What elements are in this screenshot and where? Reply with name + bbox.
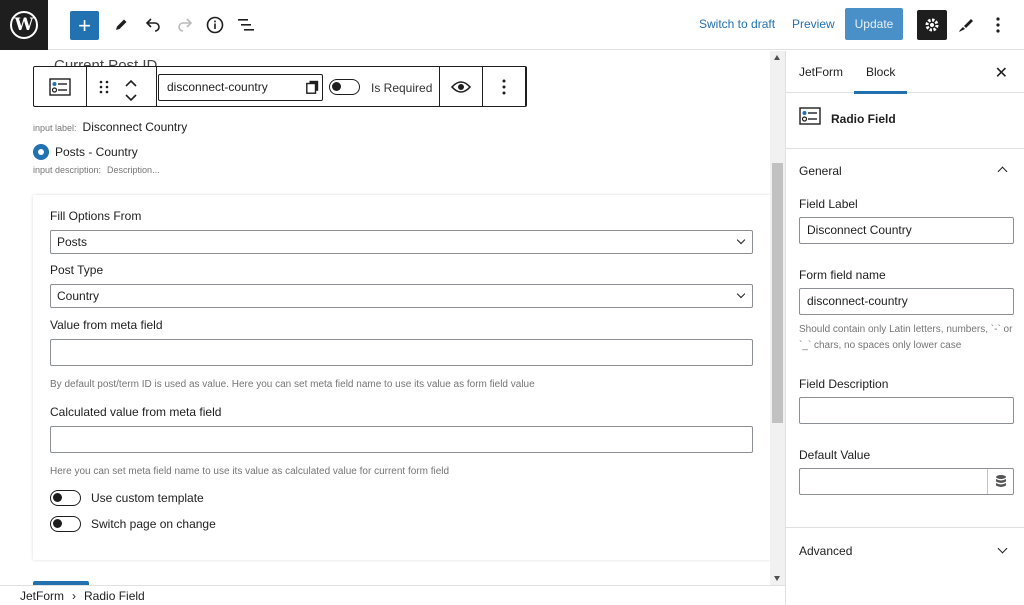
radio-selected-icon[interactable] [33, 144, 49, 160]
preview-link[interactable]: Preview [792, 17, 835, 31]
fill-options-value: Posts [57, 235, 88, 249]
add-block-button[interactable]: + [70, 11, 99, 40]
form-field-name-help: Should contain only Latin letters, numbe… [799, 324, 1013, 351]
close-icon[interactable]: ✕ [995, 63, 1008, 83]
input-label-caption: input label: [33, 123, 77, 133]
chevron-down-icon [736, 289, 746, 299]
switch-to-draft-link[interactable]: Switch to draft [699, 17, 775, 31]
tab-jetform[interactable]: JetForm [799, 65, 843, 79]
radio-settings-panel: Fill Options From Posts Post Type Countr… [33, 195, 770, 560]
block-card-title: Radio Field [831, 112, 896, 126]
breadcrumb-root[interactable]: JetForm [20, 589, 64, 603]
value-meta-help: By default post/term ID is used as value… [50, 379, 535, 390]
form-field-name-input[interactable]: disconnect-country [799, 288, 1014, 315]
post-type-value: Country [57, 289, 100, 303]
drag-handle-icon[interactable] [99, 80, 109, 97]
general-panel-toggle[interactable]: General [799, 164, 842, 178]
chevron-up-icon[interactable] [997, 166, 1008, 177]
custom-template-row: Use custom template [50, 490, 204, 506]
wordpress-logo-mark: W [10, 11, 38, 39]
input-label-value[interactable]: Disconnect Country [83, 120, 188, 134]
brush-icon[interactable] [953, 10, 979, 40]
scroll-up-icon[interactable] [774, 55, 780, 60]
switch-page-label: Switch page on change [91, 517, 216, 531]
block-card: Radio Field [786, 93, 1024, 149]
undo-icon[interactable] [140, 10, 166, 40]
breadcrumb: JetForm › Radio Field [0, 585, 785, 605]
gear-icon[interactable] [917, 10, 947, 40]
section-divider [786, 527, 1024, 528]
pencil-icon[interactable] [108, 10, 134, 40]
field-label-label: Field Label [799, 197, 858, 211]
list-view-icon[interactable] [233, 10, 259, 40]
breadcrumb-separator: › [72, 588, 77, 603]
switch-page-row: Switch page on change [50, 516, 216, 532]
kebab-icon[interactable] [986, 10, 1010, 40]
sidebar-tabs: JetForm Block ✕ [786, 51, 1024, 94]
move-up-icon[interactable] [125, 75, 137, 90]
breadcrumb-current[interactable]: Radio Field [84, 589, 145, 603]
fill-options-label: Fill Options From [50, 209, 142, 223]
field-description-input[interactable] [799, 397, 1014, 424]
block-mover [87, 67, 157, 106]
tab-block[interactable]: Block [853, 65, 908, 94]
input-label-row: input label: Disconnect Country [33, 120, 187, 134]
editor-top-bar: W + Switch to draft Preview Update [0, 0, 1024, 50]
field-label-input[interactable]: Disconnect Country [799, 217, 1014, 244]
radio-block-icon [799, 107, 821, 128]
field-description-label: Field Description [799, 377, 889, 391]
is-required-toggle[interactable] [329, 79, 360, 98]
calc-meta-label: Calculated value from meta field [50, 405, 222, 419]
block-options-kebab-icon[interactable] [483, 67, 526, 106]
copy-icon[interactable] [306, 80, 319, 97]
chevron-down-icon [736, 235, 746, 245]
radio-option[interactable]: Posts - Country [33, 144, 138, 160]
block-toolbar: disconnect-country Is Required [33, 66, 527, 107]
input-description-placeholder[interactable]: Description... [107, 165, 160, 175]
calc-meta-input[interactable] [50, 426, 753, 453]
scrollbar-thumb[interactable] [772, 163, 783, 423]
settings-sidebar: JetForm Block ✕ Radio Field General Fiel… [785, 51, 1024, 605]
redo-icon[interactable] [172, 10, 198, 40]
info-icon[interactable] [202, 10, 228, 40]
scroll-down-icon[interactable] [774, 576, 780, 581]
custom-template-label: Use custom template [91, 491, 204, 505]
radio-option-label: Posts - Country [55, 145, 138, 159]
radio-block-type-icon[interactable] [34, 67, 87, 106]
database-icon[interactable] [987, 469, 1014, 494]
input-description-row: input description: Description... [33, 165, 160, 175]
calc-meta-help: Here you can set meta field name to use … [50, 466, 450, 477]
advanced-panel-toggle[interactable]: Advanced [799, 544, 852, 558]
value-meta-input[interactable] [50, 339, 753, 366]
toolbar-field-name-input[interactable]: disconnect-country [158, 74, 323, 101]
post-type-select[interactable]: Country [50, 284, 753, 308]
value-meta-label: Value from meta field [50, 318, 163, 332]
post-type-label: Post Type [50, 263, 104, 277]
wordpress-logo[interactable]: W [0, 0, 48, 50]
default-value-label: Default Value [799, 448, 871, 462]
update-button[interactable]: Update [845, 8, 903, 40]
default-value-input[interactable] [799, 468, 1014, 495]
is-required-label: Is Required [371, 81, 433, 95]
form-field-name-label: Form field name [799, 268, 886, 282]
input-description-caption: input description: [33, 165, 102, 175]
eye-icon[interactable] [440, 67, 483, 106]
chevron-down-icon[interactable] [997, 543, 1008, 554]
editor-canvas: Current Post ID disconnect-country [0, 51, 770, 585]
custom-template-toggle[interactable] [50, 490, 81, 506]
canvas-scrollbar[interactable] [770, 51, 785, 585]
move-down-icon[interactable] [125, 90, 137, 105]
fill-options-select[interactable]: Posts [50, 230, 753, 254]
switch-page-toggle[interactable] [50, 516, 81, 532]
